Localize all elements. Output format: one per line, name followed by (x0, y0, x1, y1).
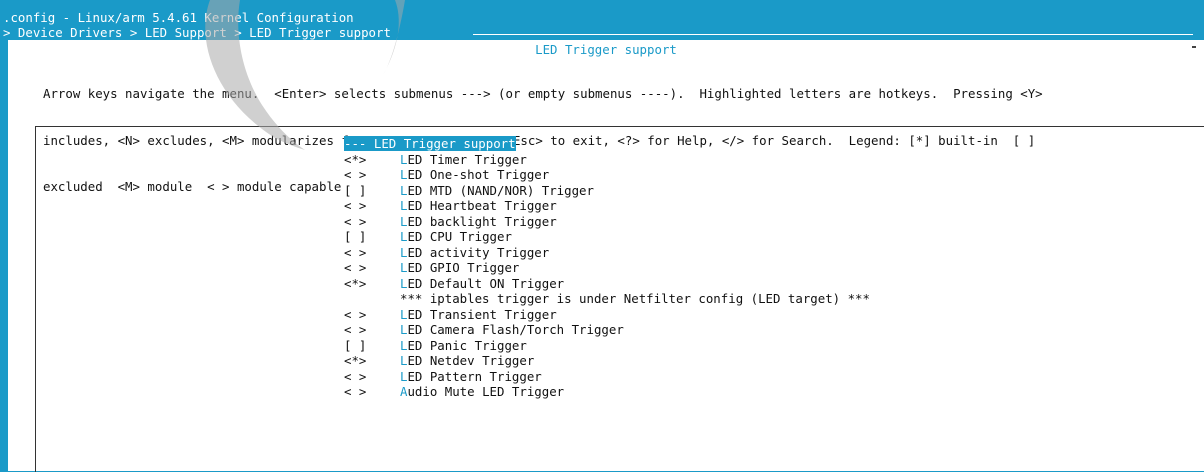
menu-item-state: < > (344, 198, 367, 213)
menu-item-text: ED Pattern Trigger (407, 368, 542, 384)
menu-item-label: LED Timer Trigger (400, 152, 527, 167)
menu-item-state: < > (344, 260, 367, 275)
menu-item[interactable]: < > LED GPIO Trigger (344, 260, 870, 276)
menu-item[interactable]: < > LED One-shot Trigger (344, 167, 870, 183)
menu-item-text: ED Camera Flash/Torch Trigger (407, 322, 624, 337)
menu-item-text: ED Netdev Trigger (407, 353, 535, 368)
menu-item-text: ED backlight Trigger (407, 213, 557, 229)
menu-item-text: ED GPIO Trigger (407, 260, 520, 275)
menu-item-text: ED One-shot Trigger (407, 167, 550, 182)
menu-item-label: LED Trigger support (374, 136, 516, 151)
menu-item-text: ED MTD (NAND/NOR) Trigger (407, 182, 594, 198)
menu-item-text: ED Heartbeat Trigger (407, 198, 557, 213)
menu-item-label: LED MTD (NAND/NOR) Trigger (400, 183, 594, 198)
menu-item-text: ED activity Trigger (407, 244, 550, 260)
menu-item[interactable]: <*> LED Timer Trigger (344, 152, 870, 168)
menu-item-label: LED Camera Flash/Torch Trigger (400, 322, 624, 337)
menu-item-label: LED Panic Trigger (400, 338, 527, 353)
menu-item-label: LED Default ON Trigger (400, 276, 564, 291)
dialog-edge-mark (1192, 46, 1196, 48)
menu-box: --- LED Trigger support <*> LED Timer Trig… (35, 126, 1204, 472)
menu-item[interactable]: < > Audio Mute LED Trigger (344, 384, 870, 400)
menu-item[interactable]: < > LED Heartbeat Trigger (344, 198, 870, 214)
breadcrumb: > Device Drivers > LED Support > LED Tri… (3, 25, 399, 40)
menu-item-label: LED CPU Trigger (400, 229, 512, 244)
menu-item-label: LED Heartbeat Trigger (400, 198, 557, 213)
menu-item[interactable]: < > LED activity Trigger (344, 245, 870, 261)
menu-item-state: <*> (344, 275, 367, 291)
menu-item-state: < > (344, 322, 367, 337)
menu-item-label: LED Netdev Trigger (400, 353, 534, 368)
menu-item-label: *** iptables trigger is under Netfilter … (400, 291, 870, 306)
menu-item-label: LED GPIO Trigger (400, 260, 519, 275)
menu-item-state: < > (344, 306, 367, 322)
menu-item-text: ED Panic Trigger (407, 337, 527, 353)
breadcrumb-rule (473, 34, 1193, 35)
menu-item-state: < > (344, 368, 367, 384)
menu-item-text: ED CPU Trigger (407, 229, 512, 244)
menu-item-label: LED Transient Trigger (400, 307, 557, 322)
menu-item[interactable]: < > LED Camera Flash/Torch Trigger (344, 322, 870, 338)
menu-item-label: LED activity Trigger (400, 245, 549, 260)
menu-item[interactable]: <*> LED Netdev Trigger (344, 353, 870, 369)
menu-item-label: Audio Mute LED Trigger (400, 384, 564, 399)
menu-item[interactable]: < > LED backlight Trigger (344, 214, 870, 230)
menu-item[interactable]: --- LED Trigger support (344, 136, 870, 152)
menu-item-label: LED Pattern Trigger (400, 369, 542, 384)
menu-item-state: < > (344, 384, 367, 399)
menu-dialog: LED Trigger support Arrow keys navigate … (8, 40, 1204, 472)
menu-item-text: ED Trigger support (381, 136, 516, 151)
menu-item[interactable]: *** iptables trigger is under Netfilter … (344, 291, 870, 307)
menu-list: --- LED Trigger support <*> LED Timer Trig… (344, 136, 870, 400)
menu-item-state: <*> (344, 353, 367, 368)
menu-item-state: < > (344, 167, 367, 182)
help-line: Arrow keys navigate the menu. <Enter> se… (43, 86, 1043, 101)
menu-item-state: --- (344, 136, 374, 151)
menu-item[interactable]: < > LED Transient Trigger (344, 307, 870, 323)
menu-item-label: LED One-shot Trigger (400, 167, 549, 182)
menu-item-state: <*> (344, 151, 367, 167)
menu-item-text: ED Transient Trigger (407, 306, 557, 322)
menu-item[interactable]: [ ] LED MTD (NAND/NOR) Trigger (344, 183, 870, 199)
menu-item[interactable]: <*> LED Default ON Trigger (344, 276, 870, 292)
menu-item-state: < > (344, 244, 367, 260)
menu-item-label: LED backlight Trigger (400, 214, 557, 229)
menu-item[interactable]: [ ] LED Panic Trigger (344, 338, 870, 354)
menu-item-state: [ ] (344, 337, 367, 353)
menu-item[interactable]: [ ] LED CPU Trigger (344, 229, 870, 245)
menu-item-highlight: --- LED Trigger support (344, 136, 516, 151)
window-title: .config - Linux/arm 5.4.61 Kernel Config… (3, 10, 354, 25)
menu-item-text: *** iptables trigger is under Netfilter … (400, 291, 870, 306)
menu-item-state: [ ] (344, 182, 367, 198)
menu-item[interactable]: < > LED Pattern Trigger (344, 369, 870, 385)
menu-item-text: udio Mute LED Trigger (407, 384, 565, 399)
menu-item-text: ED Timer Trigger (407, 151, 527, 167)
menu-item-state: [ ] (344, 229, 367, 244)
menu-item-state: < > (344, 213, 367, 229)
menu-item-text: ED Default ON Trigger (407, 275, 565, 291)
